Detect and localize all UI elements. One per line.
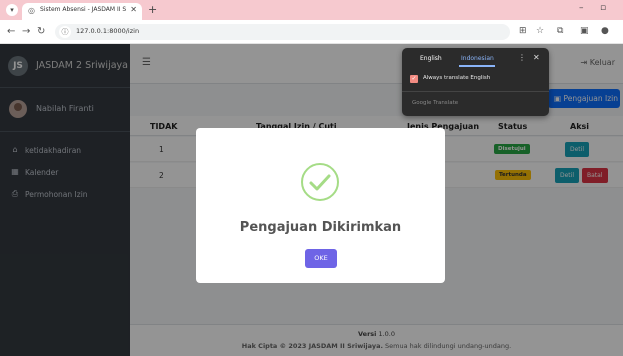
always-translate-label: Always translate English (423, 75, 491, 81)
minimize-icon[interactable]: – (579, 3, 584, 13)
site-info-icon[interactable]: ⓘ (59, 26, 71, 38)
ok-button[interactable]: OKE (305, 249, 337, 268)
tab-title: Sistem Absensi - JASDAM II Sriw (40, 6, 126, 13)
sidepanel-icon[interactable]: ▣ (580, 26, 589, 36)
browser-toolbar: ← → ↻ ⓘ 127.0.0.1:8000/izin ⊞ ☆ ⧉ ▣ ● (0, 20, 623, 44)
divider (402, 91, 549, 92)
translate-provider: Google Translate (412, 100, 459, 106)
close-tab-icon[interactable]: ✕ (130, 5, 137, 14)
browser-tabstrip: ▾ ◎ Sistem Absensi - JASDAM II Sriw ✕ + … (0, 0, 623, 20)
new-tab-icon[interactable]: + (148, 3, 157, 16)
translate-popup: English Indonesian ⋮ ✕ ✓ Always translat… (402, 48, 549, 116)
tab-english[interactable]: English (420, 55, 442, 62)
translate-icon[interactable]: ⊞ (519, 26, 527, 36)
success-check-icon (301, 163, 339, 201)
maximize-icon[interactable]: ▫ (600, 3, 606, 13)
forward-icon[interactable]: → (22, 26, 30, 37)
globe-icon: ◎ (28, 6, 35, 15)
dialog-title: Pengajuan Dikirimkan (239, 220, 402, 235)
active-tab-indicator (459, 65, 495, 67)
extensions-icon[interactable]: ⧉ (557, 26, 563, 36)
profile-icon[interactable]: ● (601, 26, 609, 36)
back-icon[interactable]: ← (7, 26, 15, 37)
tab-search-icon[interactable]: ▾ (6, 4, 18, 16)
success-dialog: Pengajuan Dikirimkan OKE (196, 128, 445, 283)
always-translate-checkbox[interactable]: ✓ (410, 75, 418, 83)
bookmark-star-icon[interactable]: ☆ (536, 26, 544, 36)
address-bar[interactable]: ⓘ 127.0.0.1:8000/izin (55, 24, 510, 40)
reload-icon[interactable]: ↻ (37, 26, 45, 37)
browser-tab[interactable]: ◎ Sistem Absensi - JASDAM II Sriw ✕ (22, 3, 142, 20)
close-icon[interactable]: ✕ (533, 53, 540, 62)
url-text: 127.0.0.1:8000/izin (76, 27, 140, 35)
tab-indonesian[interactable]: Indonesian (461, 55, 494, 62)
more-options-icon[interactable]: ⋮ (518, 53, 526, 62)
